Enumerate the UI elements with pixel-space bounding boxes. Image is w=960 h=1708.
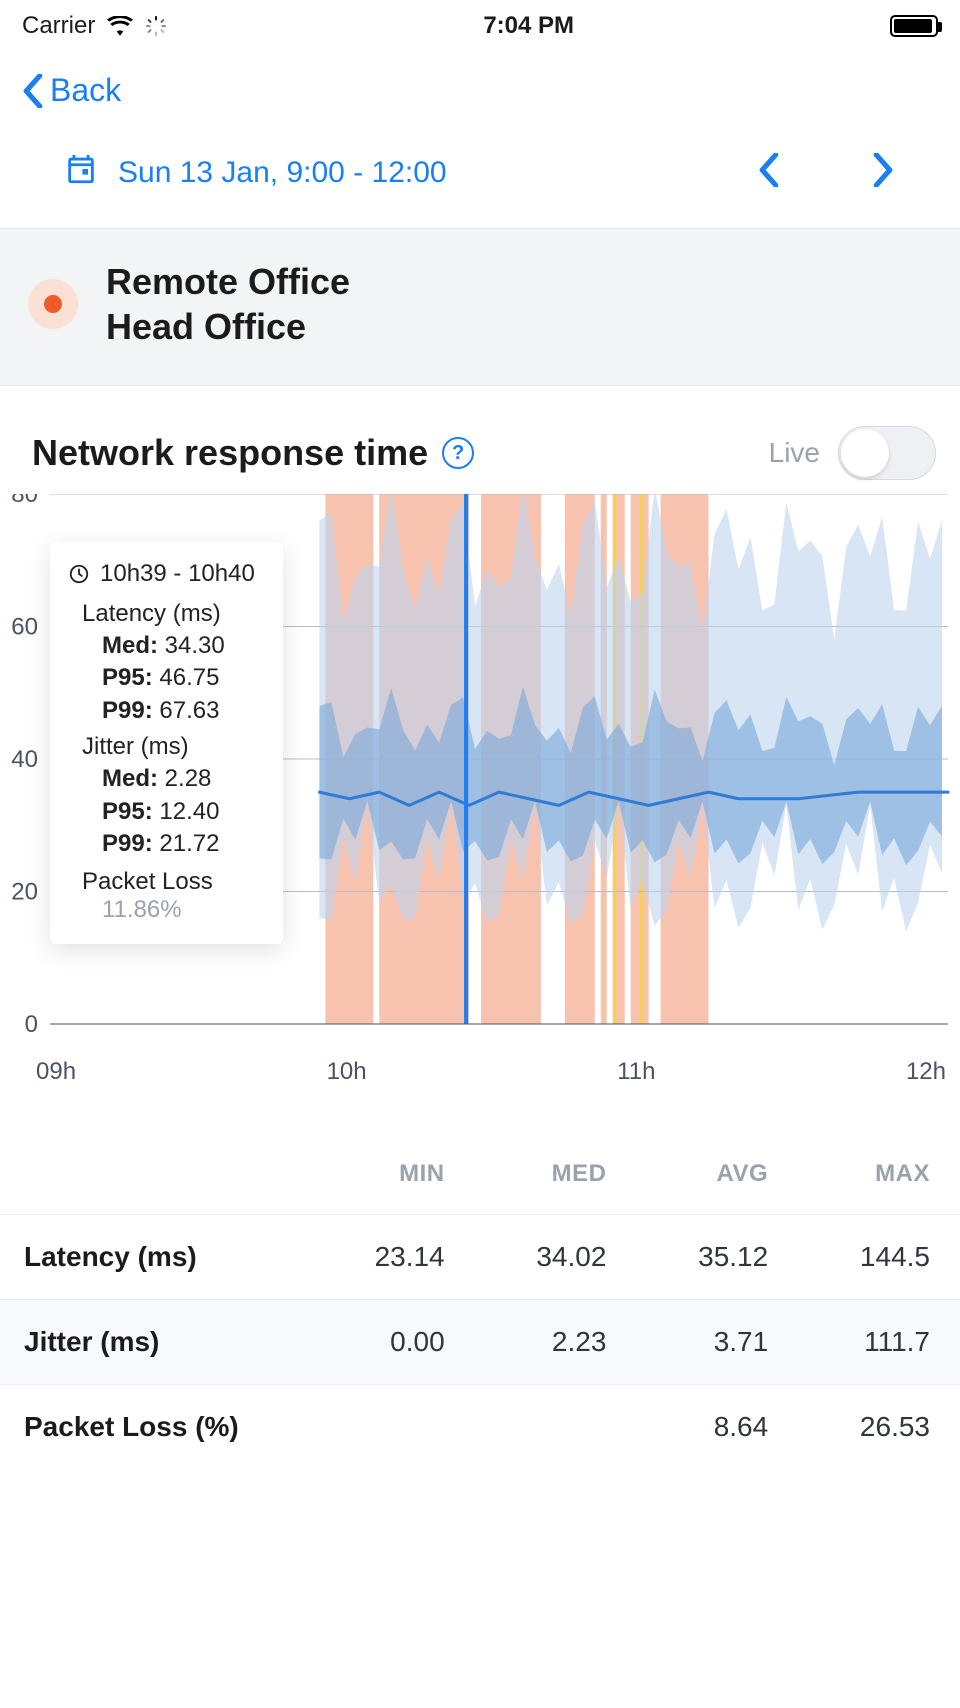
tooltip-packet-loss-value: 11.86% <box>102 896 255 924</box>
tooltip-jitter-p99: 21.72 <box>159 830 219 857</box>
stats-header-cell: MAX <box>768 1160 930 1188</box>
wifi-icon <box>107 16 133 36</box>
x-tick: 09h <box>36 1058 76 1086</box>
activity-spinner-icon <box>145 15 167 37</box>
stats-row-label: Latency (ms) <box>24 1241 283 1273</box>
x-tick: 10h <box>327 1058 367 1086</box>
tooltip-latency-p99: 67.63 <box>159 697 219 724</box>
date-next-button[interactable] <box>866 147 900 198</box>
date-prev-button[interactable] <box>752 147 786 198</box>
stats-row-label: Jitter (ms) <box>24 1326 283 1358</box>
stats-cell: 111.7 <box>768 1326 930 1358</box>
stats-cell: 35.12 <box>606 1241 768 1273</box>
battery-icon <box>890 15 938 37</box>
svg-text:40: 40 <box>11 746 38 773</box>
stats-cell: 34.02 <box>445 1241 607 1273</box>
stats-header-cell: MED <box>445 1160 607 1188</box>
stats-cell: 144.5 <box>768 1241 930 1273</box>
svg-text:20: 20 <box>11 879 38 906</box>
stats-row: Packet Loss (%) 8.6426.53 <box>0 1384 960 1469</box>
tooltip-jitter-med-label: Med: <box>102 765 158 792</box>
tooltip-latency-p95-label: P95: <box>102 664 153 691</box>
stats-row-label: Packet Loss (%) <box>24 1411 283 1443</box>
tooltip-latency-med: 34.30 <box>165 632 225 659</box>
stats-cell: 26.53 <box>768 1411 930 1443</box>
tooltip-jitter-label: Jitter (ms) <box>82 733 255 761</box>
tooltip-jitter-p95: 12.40 <box>159 798 219 825</box>
stats-cell: 3.71 <box>606 1326 768 1358</box>
route-origin-label: Remote Office <box>106 259 350 304</box>
svg-text:0: 0 <box>25 1011 38 1038</box>
status-dot-icon <box>28 279 78 329</box>
stats-table: MINMEDAVGMAX Latency (ms)23.1434.0235.12… <box>0 1134 960 1469</box>
stats-cell: 23.14 <box>283 1241 445 1273</box>
status-bar: Carrier 7:04 PM <box>0 0 960 46</box>
carrier-label: Carrier <box>22 12 95 40</box>
stats-row: Latency (ms)23.1434.0235.12144.5 <box>0 1214 960 1299</box>
stats-cell: 8.64 <box>606 1411 768 1443</box>
x-tick: 11h <box>617 1058 655 1086</box>
route-destination-label: Head Office <box>106 304 350 349</box>
help-icon[interactable]: ? <box>442 437 474 469</box>
stats-cell: 2.23 <box>445 1326 607 1358</box>
x-tick: 12h <box>906 1058 946 1086</box>
live-toggle[interactable] <box>838 426 936 480</box>
date-range-label: Sun 13 Jan, 9:00 - 12:00 <box>118 156 447 190</box>
live-label: Live <box>769 437 820 469</box>
section-title: Network response time <box>32 432 428 474</box>
tooltip-latency-med-label: Med: <box>102 632 158 659</box>
date-range-bar: Sun 13 Jan, 9:00 - 12:00 <box>0 131 960 228</box>
chart-tooltip: 10h39 - 10h40 Latency (ms) Med: 34.30 P9… <box>50 542 283 944</box>
back-label: Back <box>50 72 121 109</box>
svg-text:80: 80 <box>11 494 38 508</box>
stats-header-cell: AVG <box>606 1160 768 1188</box>
status-time: 7:04 PM <box>483 12 574 40</box>
chart-x-ticks: 09h 10h 11h 12h <box>0 1054 960 1086</box>
back-button[interactable]: Back <box>22 72 121 109</box>
stats-header-row: MINMEDAVGMAX <box>0 1134 960 1214</box>
tooltip-jitter-med: 2.28 <box>165 765 212 792</box>
svg-text:60: 60 <box>11 614 38 641</box>
tooltip-time-range: 10h39 - 10h40 <box>100 560 255 588</box>
tooltip-packet-loss-label: Packet Loss <box>82 868 255 896</box>
tooltip-latency-p95: 46.75 <box>159 664 219 691</box>
route-header: Remote Office Head Office <box>0 228 960 386</box>
tooltip-jitter-p95-label: P95: <box>102 798 153 825</box>
date-range-button[interactable]: Sun 13 Jan, 9:00 - 12:00 <box>64 152 447 194</box>
tooltip-latency-p99-label: P99: <box>102 697 153 724</box>
stats-header-cell: MIN <box>283 1160 445 1188</box>
tooltip-jitter-p99-label: P99: <box>102 830 153 857</box>
response-time-chart[interactable]: 80 60 40 20 0 10h39 - 10h40 Latency (ms) Med… <box>0 494 960 1086</box>
stats-cell: 0.00 <box>283 1326 445 1358</box>
section-header: Network response time ? Live <box>0 386 960 490</box>
chevron-left-icon <box>22 74 44 108</box>
calendar-icon <box>64 152 98 194</box>
stats-row: Jitter (ms)0.002.233.71111.7 <box>0 1299 960 1384</box>
clock-icon <box>68 563 90 585</box>
tooltip-latency-label: Latency (ms) <box>82 600 255 628</box>
